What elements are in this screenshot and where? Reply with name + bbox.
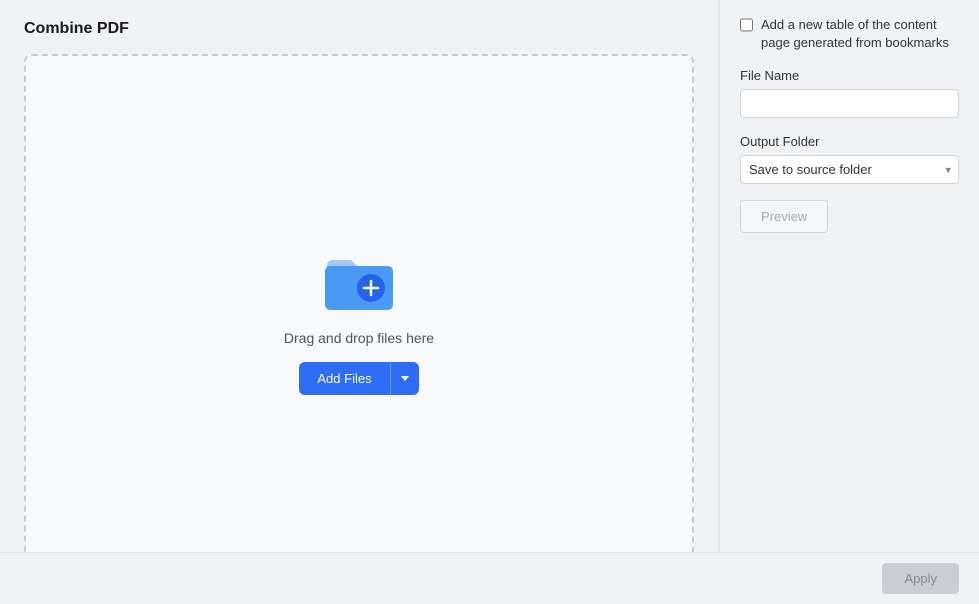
drag-drop-text: Drag and drop files here (284, 330, 434, 346)
file-name-field: File Name (740, 68, 959, 118)
output-folder-field: Output Folder Save to source folder Choo… (740, 134, 959, 184)
folder-icon (319, 244, 399, 314)
output-folder-select[interactable]: Save to source folder Choose folder... (740, 155, 959, 184)
output-folder-label: Output Folder (740, 134, 959, 149)
bookmark-label: Add a new table of the content page gene… (761, 16, 959, 52)
add-files-button-group[interactable]: Add Files (299, 362, 418, 395)
main-content: Combine PDF Drag and drop files here (0, 0, 718, 604)
add-files-dropdown-arrow[interactable] (391, 362, 419, 395)
sidebar: Add a new table of the content page gene… (719, 0, 979, 604)
footer: Apply (0, 552, 979, 604)
file-name-label: File Name (740, 68, 959, 83)
page-title: Combine PDF (24, 20, 694, 38)
app-container: Combine PDF Drag and drop files here (0, 0, 979, 604)
bookmark-checkbox[interactable] (740, 18, 753, 32)
add-files-button[interactable]: Add Files (299, 362, 390, 395)
file-name-input[interactable] (740, 89, 959, 118)
bookmark-option: Add a new table of the content page gene… (740, 16, 959, 52)
chevron-down-icon (401, 376, 409, 381)
apply-button[interactable]: Apply (882, 563, 959, 594)
drop-zone[interactable]: Drag and drop files here Add Files (24, 54, 694, 584)
preview-button[interactable]: Preview (740, 200, 828, 233)
output-folder-select-wrapper: Save to source folder Choose folder... ▾ (740, 155, 959, 184)
